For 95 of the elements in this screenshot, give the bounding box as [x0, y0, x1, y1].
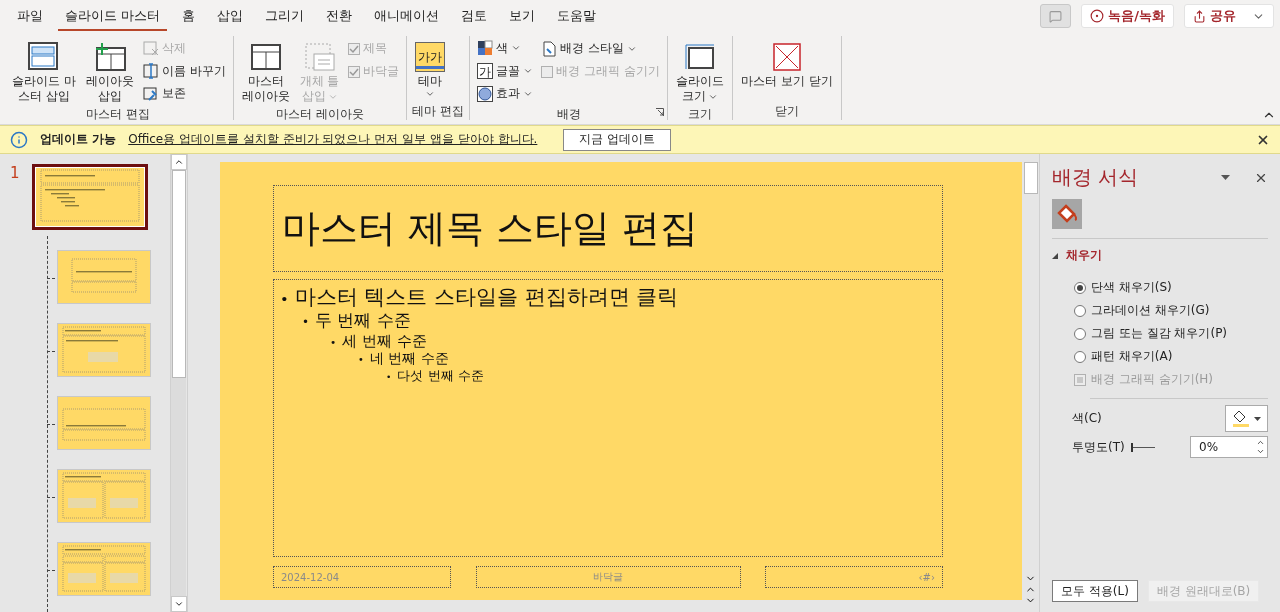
- record-button[interactable]: 녹음/녹화: [1081, 4, 1174, 28]
- update-title: 업데이트 가능: [40, 131, 117, 148]
- bullet-text: 세 번째 수준: [342, 331, 427, 351]
- option-label: 그라데이션 채우기(G): [1091, 302, 1210, 319]
- comments-button[interactable]: [1040, 4, 1072, 28]
- group-label: 크기: [687, 106, 712, 123]
- section-title[interactable]: 채우기: [1066, 247, 1102, 264]
- fill-bucket-icon: [1232, 409, 1249, 428]
- slide-master-icon: [27, 42, 60, 72]
- group-label: 마스터 레이아웃: [276, 106, 364, 123]
- layout-insert-icon: [93, 42, 126, 72]
- group-label: 마스터 편집: [86, 106, 151, 123]
- effects-icon: [477, 85, 494, 102]
- color-label: 색(C): [1072, 410, 1102, 427]
- ribbon-button[interactable]: 가가 테마: [412, 38, 449, 101]
- option-label: 그림 또는 질감 채우기(P): [1091, 325, 1228, 342]
- transparency-slider[interactable]: [1130, 442, 1155, 452]
- background-style-icon: [541, 40, 558, 57]
- scrollbar-thumb[interactable]: [171, 170, 186, 378]
- checkbox-label: 배경 그래픽 숨기기: [556, 63, 660, 80]
- menu-tab[interactable]: 그리기: [258, 1, 312, 31]
- close-master-icon: [770, 42, 803, 72]
- ribbon-button[interactable]: 색: [475, 38, 536, 59]
- caret-icon: [1253, 416, 1261, 421]
- transparency-field[interactable]: 0%: [1190, 436, 1268, 458]
- scrollbar-thumb[interactable]: [1023, 162, 1038, 194]
- group-label: 배경: [556, 106, 581, 123]
- bullet-marker: •: [330, 335, 337, 349]
- menu-tab[interactable]: 파일: [10, 1, 50, 31]
- spin-down-icon[interactable]: [1256, 447, 1265, 456]
- checkbox-label: 바닥글: [363, 63, 400, 80]
- delete-icon: [142, 40, 159, 57]
- scroll-up-icon[interactable]: [170, 154, 187, 170]
- share-button[interactable]: 공유: [1184, 4, 1274, 28]
- color-scheme-icon: [477, 40, 494, 57]
- pane-button[interactable]: 모두 적용(L): [1052, 580, 1138, 602]
- transparency-label: 투명도(T): [1072, 438, 1125, 456]
- bullet-marker: •: [386, 371, 392, 384]
- ribbon-button[interactable]: 배경 스타일: [539, 38, 662, 59]
- record-icon: [1090, 9, 1105, 23]
- checkbox-label: 배경 그래픽 숨기기(H): [1091, 371, 1213, 388]
- ribbon-button[interactable]: 보존: [140, 83, 228, 104]
- expand-triangle-icon[interactable]: [1052, 252, 1058, 259]
- slide-title: 마스터 제목 스타일 편집: [273, 185, 943, 272]
- bullet-text: 마스터 텍스트 스타일을 편집하려면 클릭: [294, 284, 679, 311]
- ribbon-button[interactable]: 슬라이드 마 스터 삽입: [9, 38, 79, 106]
- dialog-launcher-icon[interactable]: [655, 108, 664, 116]
- fill-tab[interactable]: [1052, 199, 1082, 229]
- bullet-marker: •: [358, 354, 364, 367]
- radio-button[interactable]: [1074, 350, 1086, 363]
- share-icon: [1193, 9, 1206, 23]
- menu-tab[interactable]: 도움말: [550, 1, 604, 31]
- layout-icon: [249, 42, 282, 72]
- bullet-marker: •: [302, 315, 309, 331]
- slide-thumbnail[interactable]: [32, 164, 148, 230]
- fill-color-button[interactable]: [1225, 405, 1268, 432]
- option-label: 단색 채우기(S): [1091, 279, 1172, 296]
- group-label: 닫기: [774, 103, 799, 120]
- radio-button[interactable]: [1074, 304, 1086, 317]
- rename-icon: [142, 63, 159, 79]
- ribbon-button[interactable]: 마스터 레이아웃: [238, 38, 293, 106]
- comment-icon: [1049, 9, 1063, 23]
- pane-title: 배경 서식: [1052, 164, 1140, 191]
- bullet-marker: •: [280, 290, 289, 309]
- menu-tab[interactable]: 보기: [502, 1, 543, 31]
- menu-tab[interactable]: 검토: [454, 1, 495, 31]
- ribbon-button[interactable]: 마스터 보기 닫기: [737, 38, 836, 91]
- bullet-text: 네 번째 수준: [369, 350, 449, 368]
- pane-options-icon[interactable]: [1221, 175, 1230, 180]
- radio-button[interactable]: [1074, 327, 1086, 340]
- font-icon: 가: [477, 63, 494, 79]
- menu-tab[interactable]: 애니메이션: [367, 1, 447, 31]
- ribbon-button[interactable]: 레이아웃 삽입: [82, 38, 137, 106]
- update-message-link[interactable]: Office용 업데이트를 설치할 준비가 되었으나 먼저 일부 앱을 닫아야 합니다.: [128, 131, 538, 148]
- slide-size-icon: [683, 42, 716, 72]
- group-label: 테마 편집: [412, 103, 465, 120]
- ribbon-button[interactable]: 효과: [475, 83, 536, 104]
- option-label: 패턴 채우기(A): [1091, 348, 1173, 365]
- checkbox-label: 제목: [363, 40, 388, 57]
- update-now-button[interactable]: 지금 업데이트: [563, 128, 672, 151]
- info-icon: [10, 130, 28, 149]
- menu-tab[interactable]: 홈: [175, 1, 203, 31]
- ribbon-button[interactable]: 가 글꼴: [475, 60, 536, 82]
- spin-up-icon[interactable]: [1256, 438, 1265, 447]
- theme-icon: 가가: [415, 42, 446, 72]
- menu-tab[interactable]: 삽입: [210, 1, 251, 31]
- menu-tab[interactable]: 슬라이드 마스터: [58, 1, 168, 31]
- placeholder-icon: [303, 42, 336, 72]
- menu-tab[interactable]: 전환: [319, 1, 360, 31]
- radio-button[interactable]: [1074, 281, 1086, 294]
- ribbon-button[interactable]: 슬라이드 크기: [672, 38, 727, 106]
- bullet-text: 두 번째 수준: [315, 310, 411, 332]
- bullet-text: 다섯 번째 수준: [397, 367, 484, 384]
- slide-number: 1: [10, 164, 21, 182]
- ribbon-button[interactable]: 이름 바꾸기: [140, 60, 228, 82]
